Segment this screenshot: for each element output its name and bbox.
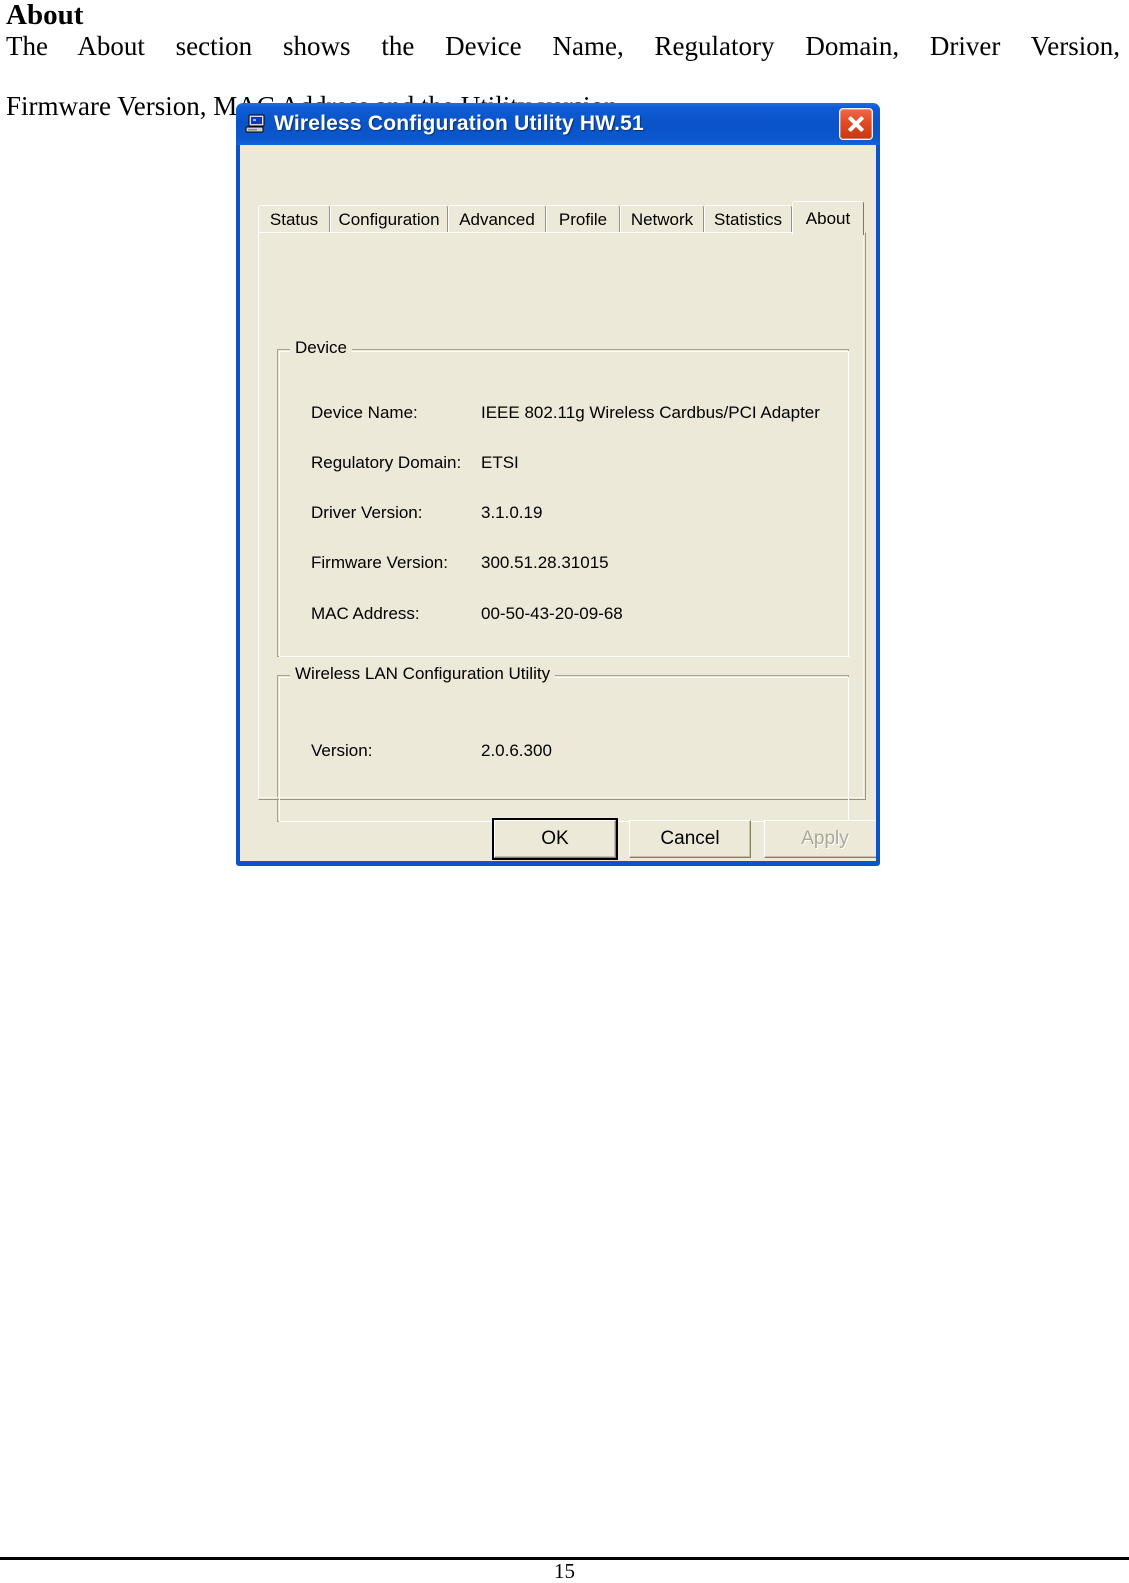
computer-icon — [245, 114, 267, 134]
field-device-name: Device Name: IEEE 802.11g Wireless Cardb… — [278, 403, 848, 425]
tab-configuration[interactable]: Configuration — [330, 205, 448, 233]
field-firmware-version: Firmware Version: 300.51.28.31015 — [278, 553, 848, 575]
tab-statistics[interactable]: Statistics — [704, 205, 792, 233]
utility-version-label: Version: — [311, 741, 373, 760]
wireless-configuration-utility-window: Wireless Configuration Utility HW.51 Sta… — [236, 103, 880, 866]
regulatory-domain-label: Regulatory Domain: — [311, 453, 462, 472]
tab-profile[interactable]: Profile — [546, 205, 620, 233]
tab-about-label: About — [805, 208, 851, 228]
mac-address-value: 00-50-43-20-09-68 — [481, 604, 623, 623]
device-group-title: Device — [290, 338, 352, 358]
field-regulatory-domain: Regulatory Domain: ETSI — [278, 453, 848, 475]
apply-button: Apply — [764, 820, 876, 858]
utility-group-title: Wireless LAN Configuration Utility — [290, 664, 556, 684]
ok-button[interactable]: OK — [492, 818, 618, 860]
tab-network[interactable]: Network — [620, 205, 704, 233]
regulatory-domain-value: ETSI — [481, 453, 519, 472]
tab-status[interactable]: Status — [258, 205, 330, 233]
device-name-label: Device Name: — [311, 403, 418, 422]
field-utility-version: Version: 2.0.6.300 — [278, 741, 848, 763]
utility-group: Wireless LAN Configuration Utility Versi… — [277, 664, 849, 822]
close-icon[interactable] — [839, 108, 873, 140]
tab-advanced[interactable]: Advanced — [448, 205, 546, 233]
tab-network-label: Network — [630, 209, 694, 229]
dialog-button-row: OK Cancel Apply — [258, 818, 876, 860]
tab-configuration-label: Configuration — [338, 209, 440, 229]
window-body: Status Configuration Advanced Profile Ne… — [240, 145, 876, 861]
apply-button-label: Apply — [801, 828, 849, 849]
cancel-button-label: Cancel — [660, 828, 720, 849]
intro-paragraph-line-1: The About section shows the Device Name,… — [6, 31, 1120, 61]
tab-about[interactable]: About — [792, 201, 864, 235]
about-tab-panel: Device Device Name: IEEE 802.11g Wireles… — [258, 232, 866, 822]
tab-bar: Status Configuration Advanced Profile Ne… — [258, 201, 864, 235]
field-mac-address: MAC Address: 00-50-43-20-09-68 — [278, 604, 848, 626]
mac-address-label: MAC Address: — [311, 604, 420, 623]
device-group: Device Device Name: IEEE 802.11g Wireles… — [277, 338, 849, 657]
tab-profile-label: Profile — [558, 209, 608, 229]
firmware-version-value: 300.51.28.31015 — [481, 553, 609, 572]
window-title: Wireless Configuration Utility HW.51 — [274, 112, 644, 135]
window-titlebar[interactable]: Wireless Configuration Utility HW.51 — [236, 103, 880, 145]
cancel-button[interactable]: Cancel — [629, 820, 751, 858]
tab-statistics-label: Statistics — [713, 209, 783, 229]
driver-version-label: Driver Version: — [311, 503, 423, 522]
driver-version-value: 3.1.0.19 — [481, 503, 543, 522]
field-driver-version: Driver Version: 3.1.0.19 — [278, 503, 848, 525]
tab-advanced-label: Advanced — [459, 209, 535, 229]
page-title: About — [6, 0, 84, 31]
ok-button-label: OK — [541, 828, 569, 849]
tab-status-label: Status — [269, 209, 319, 229]
firmware-version-label: Firmware Version: — [311, 553, 448, 572]
device-name-value: IEEE 802.11g Wireless Cardbus/PCI Adapte… — [481, 403, 820, 422]
page-number: 15 — [554, 1559, 575, 1583]
utility-version-value: 2.0.6.300 — [481, 741, 552, 760]
